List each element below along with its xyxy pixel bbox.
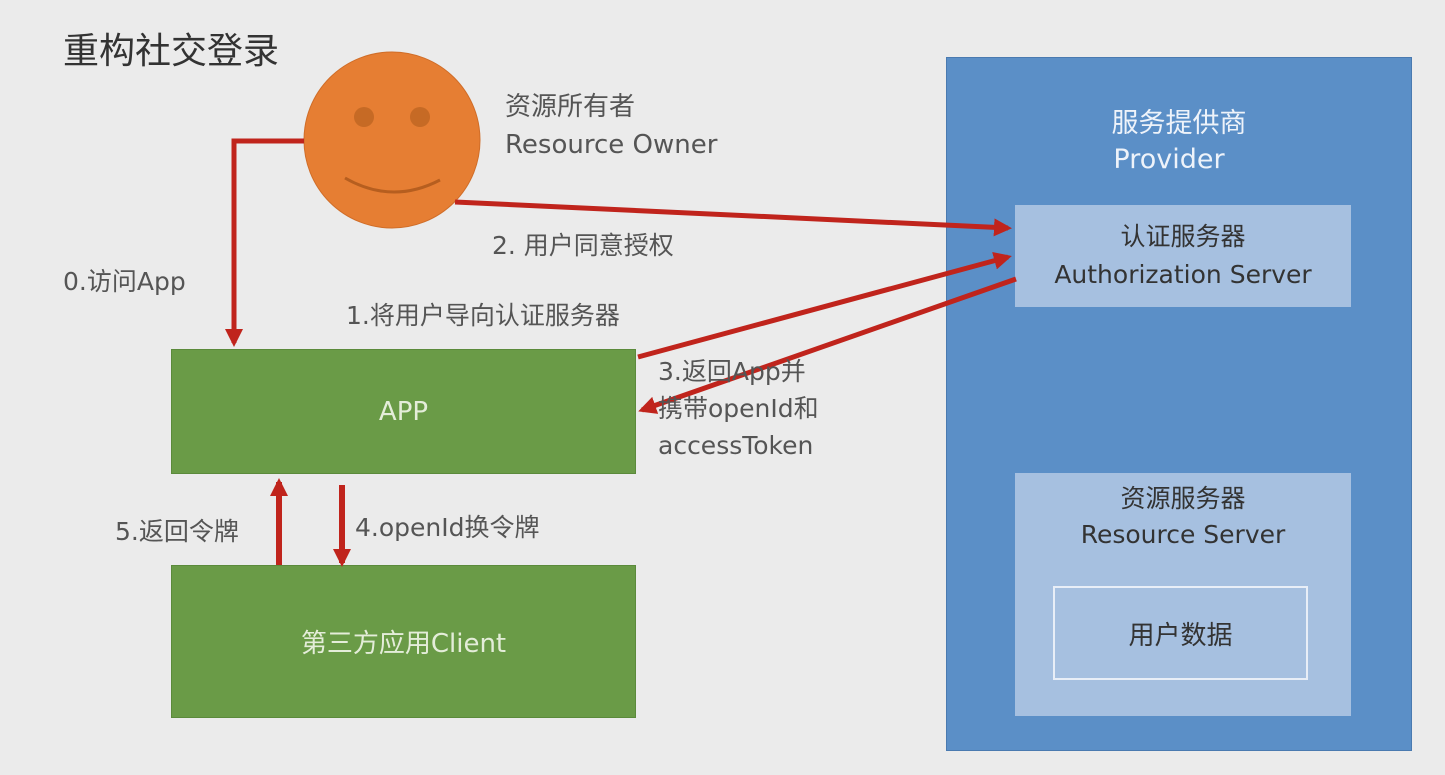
step-3-line-2: 携带openId和	[658, 394, 819, 423]
resource-owner-face-icon	[303, 51, 481, 229]
step-3-line-3: accessToken	[658, 431, 814, 460]
arrow-step-2	[454, 199, 1012, 237]
step-4-label: 4.openId换令牌	[355, 513, 540, 542]
step-2-label: 2. 用户同意授权	[492, 231, 674, 260]
step-0-label: 0.访问App	[63, 267, 186, 296]
step-3-line-1: 3.返回App并	[658, 357, 806, 386]
resource-owner-en: Resource Owner	[505, 130, 718, 160]
arrow-step-0	[225, 138, 304, 347]
resource-owner-label: 资源所有者 Resource Owner	[505, 88, 717, 164]
step-3-label: 3.返回App并 携带openId和 accessToken	[658, 353, 819, 464]
arrow-step-1	[637, 251, 1012, 360]
step-5-label: 5.返回令牌	[115, 517, 239, 546]
step-1-label: 1.将用户导向认证服务器	[346, 301, 620, 330]
resource-owner-cn: 资源所有者	[505, 92, 636, 122]
